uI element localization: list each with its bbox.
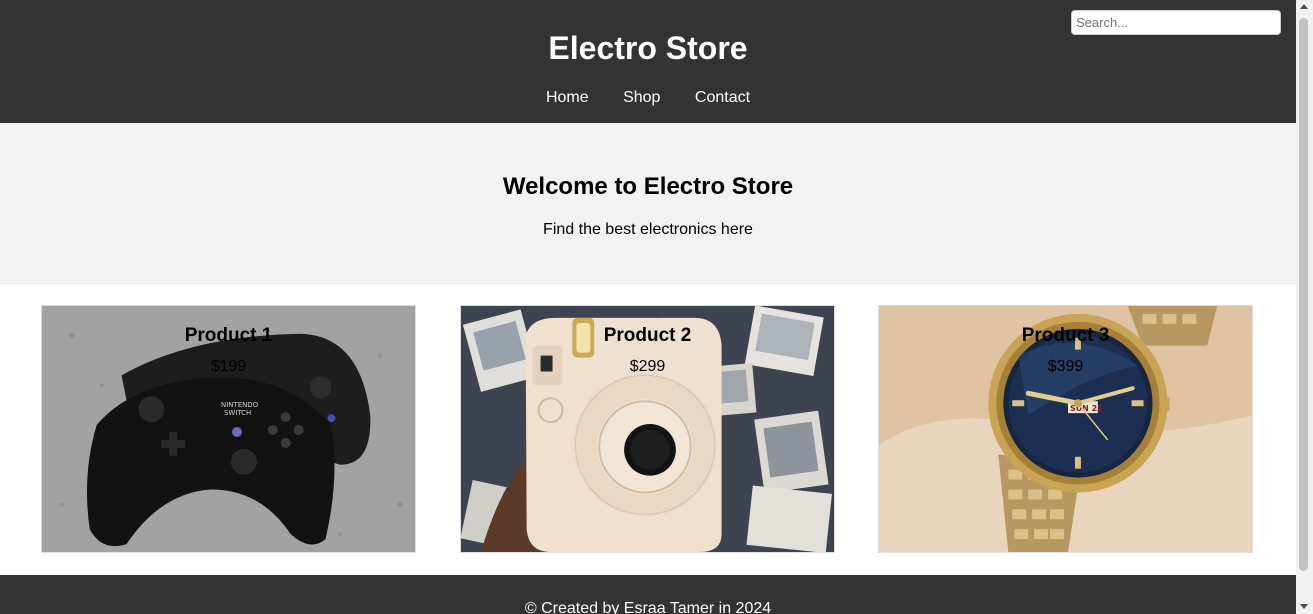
footer-text: © Created by Esraa Tamer in 2024 — [524, 600, 772, 614]
search-input[interactable] — [1071, 10, 1281, 35]
scroll-down-arrow-icon[interactable] — [1300, 604, 1308, 609]
product-price: $299 — [629, 358, 666, 375]
hero-heading: Welcome to Electro Store — [502, 173, 794, 200]
vertical-scrollbar[interactable] — [1296, 0, 1313, 614]
product-price: $399 — [1047, 358, 1084, 375]
nav-link-shop[interactable]: Shop — [623, 89, 660, 106]
product-price: $199 — [210, 358, 247, 375]
product-card[interactable]: NINTENDO SWITCH Product 1 $199 — [41, 305, 416, 553]
product-name: Product 3 — [1021, 325, 1110, 346]
scrollbar-thumb[interactable] — [1299, 18, 1308, 571]
page: Electro Store Home Shop Contact Welcome … — [0, 0, 1296, 614]
product-card[interactable]: SUN 25 Product 3 $399 — [878, 305, 1253, 553]
product-name: Product 2 — [603, 325, 692, 346]
main-nav: Home Shop Contact — [0, 88, 1296, 108]
scroll-up-arrow-icon[interactable] — [1300, 4, 1308, 9]
hero-subheading: Find the best electronics here — [543, 221, 753, 238]
product-name: Product 1 — [184, 325, 273, 346]
nav-link-contact[interactable]: Contact — [695, 89, 750, 106]
product-card[interactable]: instax Product 2 $299 — [460, 305, 835, 553]
svg-text:SWITCH: SWITCH — [224, 409, 251, 417]
site-header: Electro Store Home Shop Contact — [0, 0, 1296, 123]
hero-section: Welcome to Electro Store Find the best e… — [0, 123, 1296, 285]
svg-text:NINTENDO: NINTENDO — [221, 401, 259, 409]
nav-link-home[interactable]: Home — [546, 89, 589, 106]
site-footer: © Created by Esraa Tamer in 2024 — [0, 575, 1296, 614]
